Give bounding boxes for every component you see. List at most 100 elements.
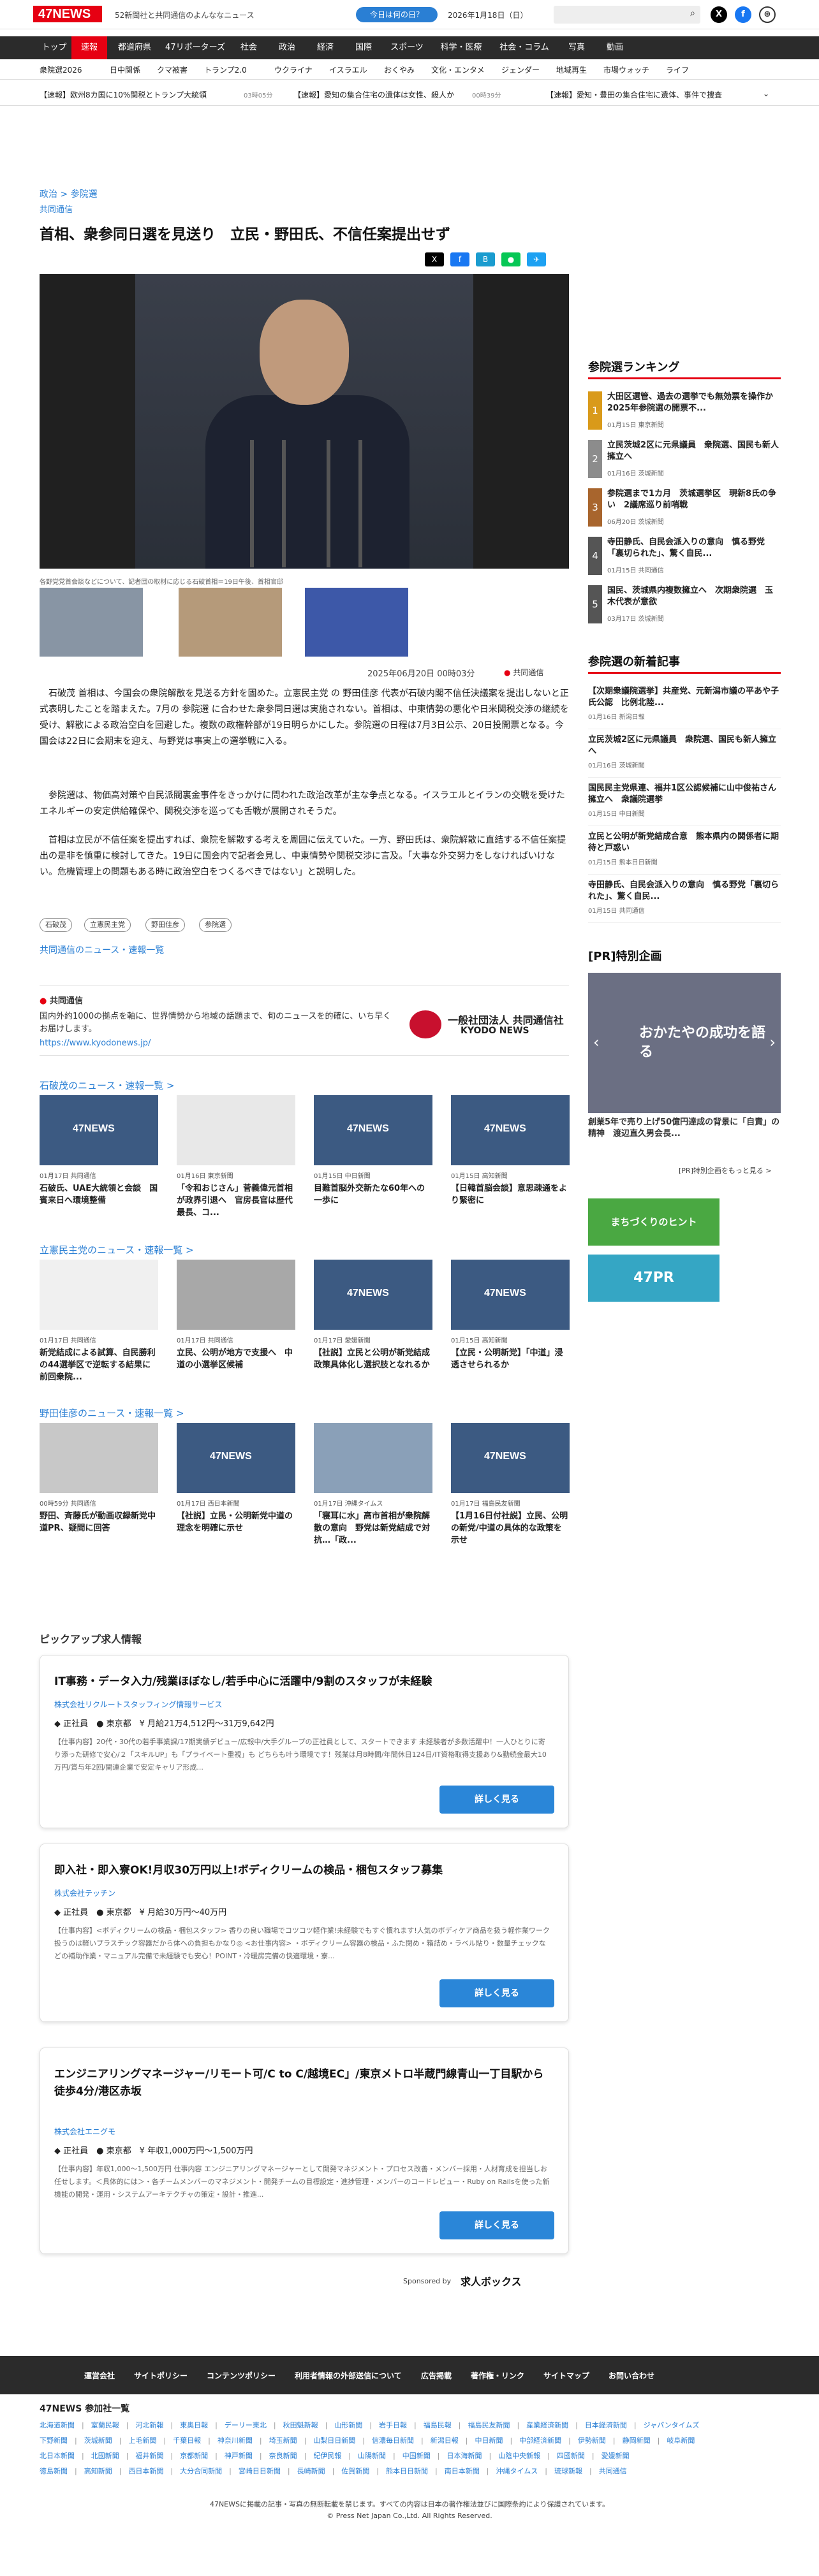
share-bluesky-icon[interactable]: ✈ [527, 252, 546, 266]
publisher-url[interactable]: https://www.kyodonews.jp/ [40, 1038, 151, 1048]
ranking-title[interactable]: 参院選まで1カ月 茨城選挙区 現新8氏の争い 2議席巡り前哨戦 [607, 488, 781, 511]
more-news-link[interactable]: 共同通信のニュース・速報一覧 [40, 943, 164, 956]
ranking-item[interactable]: 5 国民、茨城県内複数擁立へ 次期衆院選 玉木代表が意欲 03月17日 茨城新聞 [588, 585, 781, 630]
partner-link[interactable]: 室蘭民報 [91, 2421, 119, 2429]
partner-link[interactable]: 下野新聞 [40, 2436, 68, 2445]
partner-link[interactable]: 上毛新聞 [128, 2436, 156, 2445]
news-card[interactable]: 01月15日 高知新聞【立民・公明新党】「中道」浸透させられるか [451, 1260, 570, 1384]
news-card[interactable]: 01月15日 高知新聞【日韓首脳会談】意思疎通をより緊密に [451, 1095, 570, 1219]
site-logo[interactable]: 47NEWS [33, 6, 102, 22]
nav-item[interactable]: 都道府県 [110, 36, 159, 59]
partner-link[interactable]: 徳島新聞 [40, 2467, 68, 2475]
job-card[interactable]: IT事務・データ入力/残業ほぼなし/若手中心に活躍中/9割のスタッフが未経験 株式… [40, 1655, 569, 1828]
footer-link[interactable]: サイトマップ [543, 2370, 589, 2381]
ranking-title[interactable]: 大田区選管、過去の選挙でも無効票を操作か 2025年参院選の開票不... [607, 391, 781, 414]
nav-item[interactable]: 写真 [559, 36, 594, 59]
partner-link[interactable]: 紀伊民報 [313, 2452, 341, 2460]
footer-link[interactable]: サイトポリシー [134, 2370, 188, 2381]
footer-link[interactable]: 利用者情報の外部送信について [295, 2370, 402, 2381]
partner-link[interactable]: 新潟日報 [431, 2436, 459, 2445]
job-title[interactable]: 即入社・即入寮OK!月収30万円以上!ボディクリームの検品・梱包スタッフ募集 [54, 1862, 552, 1879]
partner-link[interactable]: デーリー東北 [225, 2421, 267, 2429]
breadcrumb[interactable]: 政治 > 参院選 [40, 187, 98, 200]
subnav-item[interactable]: ジェンダー [501, 64, 540, 75]
job-title[interactable]: IT事務・データ入力/残業ほぼなし/若手中心に活躍中/9割のスタッフが未経験 [54, 1673, 552, 1691]
news-card[interactable]: 01月17日 福島民友新聞【1月16日付社説】立民、公明の新党/中道の具体的な政… [451, 1423, 570, 1547]
news-title[interactable]: 野田、斉藤氏が動画収録新党中道PR、疑問に回答 [40, 1510, 158, 1547]
partner-link[interactable]: 西日本新聞 [128, 2467, 163, 2475]
news-card[interactable]: 01月17日 愛媛新聞【社説】立民と公明が新党結成政策具体化し選択肢となれるか [314, 1260, 432, 1384]
news-card[interactable]: 01月17日 共同通信石破氏、UAE大統領と会談 国賓来日へ環境整備 [40, 1095, 158, 1219]
partner-link[interactable]: ジャパンタイムズ [644, 2421, 700, 2429]
news-card[interactable]: 01月17日 共同通信 新党結成による試算、自民勝利の44選挙区で逆転する結果に … [40, 1260, 158, 1384]
share-facebook-icon[interactable]: f [450, 252, 469, 266]
facebook-icon[interactable]: f [735, 6, 751, 23]
partner-link[interactable]: 北日本新聞 [40, 2452, 75, 2460]
news-title[interactable]: 石破氏、UAE大統領と会談 国賓来日へ環境整備 [40, 1182, 158, 1219]
partner-link[interactable]: 日本経済新聞 [585, 2421, 627, 2429]
subnav-item[interactable]: イスラエル [329, 64, 367, 75]
news-thumbnail[interactable] [40, 1260, 158, 1330]
partner-link[interactable]: 佐賀新聞 [341, 2467, 369, 2475]
article-source[interactable]: 共同通信 [40, 203, 73, 215]
nav-item[interactable]: 経済 [307, 36, 343, 59]
newest-title[interactable]: 国民民主党県連、福井1区公認候補に山中俊祐さん擁立へ 衆議院選挙 [588, 783, 781, 806]
news-title[interactable]: 【1月16日付社説】立民、公明の新党/中道の具体的な政策を示せ [451, 1510, 570, 1547]
nav-item[interactable]: 科学・医療 [432, 36, 490, 59]
partner-link[interactable]: 山梨日日新聞 [313, 2436, 355, 2445]
news-title[interactable]: 【社説】立民と公明が新党結成政策具体化し選択肢となれるか [314, 1347, 432, 1384]
subnav-item[interactable]: 市場ウォッチ [603, 64, 649, 75]
tag-link[interactable]: 石破茂 [40, 918, 72, 932]
newest-title[interactable]: 立民と公明が新党結成合意 熊本県内の関係者に期待と戸惑い [588, 831, 781, 854]
newest-item[interactable]: 立民と公明が新党結成合意 熊本県内の関係者に期待と戸惑い 01月15日 熊本日日新… [588, 831, 781, 875]
partner-link[interactable]: 中国新聞 [402, 2452, 431, 2460]
share-line-icon[interactable]: ● [501, 252, 520, 266]
news-card[interactable]: 01月16日 東京新聞 「令和おじさん」菅義偉元首相が政界引退へ 官房長官は歴代最… [177, 1095, 295, 1219]
subnav-item[interactable]: 文化・エンタメ [431, 64, 485, 75]
ranking-item[interactable]: 3 参院選まで1カ月 茨城選挙区 現新8氏の争い 2議席巡り前哨戦 06月20日 茨… [588, 488, 781, 533]
chevron-left-icon[interactable]: ‹ [593, 1033, 600, 1051]
ad-banner[interactable]: 47PR [588, 1255, 719, 1302]
news-card[interactable]: 01月15日 中日新聞目難首脳外交新たな60年への一歩に [314, 1095, 432, 1219]
subnav-item[interactable]: おくやみ [384, 64, 415, 75]
partner-link[interactable]: 中部経済新聞 [519, 2436, 561, 2445]
globe-icon[interactable]: ⊕ [759, 6, 776, 23]
subnav-item[interactable]: ライフ [666, 64, 689, 75]
subnav-item[interactable]: 地域再生 [556, 64, 587, 75]
news-title[interactable]: 新党結成による試算、自民勝利の44選挙区で逆転する結果に 前回衆院... [40, 1347, 158, 1384]
partner-link[interactable]: 長崎新聞 [297, 2467, 325, 2475]
footer-link[interactable]: お問い合わせ [609, 2370, 654, 2381]
job-card[interactable]: 即入社・即入寮OK!月収30万円以上!ボディクリームの検品・梱包スタッフ募集株式… [40, 1844, 569, 2022]
partner-link[interactable]: 南日本新聞 [445, 2467, 480, 2475]
nav-item[interactable]: 動画 [597, 36, 633, 59]
today-button[interactable]: 今日は何の日？ [356, 7, 438, 22]
partner-link[interactable]: 千葉日報 [173, 2436, 201, 2445]
ranking-title[interactable]: 寺田静氏、自民会派入りの意向 慎る野党「裏切られた」、驚く自民... [607, 537, 781, 560]
news-thumbnail[interactable] [177, 1095, 295, 1165]
tag-link[interactable]: 参院選 [199, 918, 232, 932]
search-input[interactable]: ⌕ [554, 6, 700, 24]
related-heading[interactable]: 野田佳彦のニュース・速報一覧 > [40, 1406, 184, 1420]
news-card[interactable]: 01月17日 西日本新聞【社説】立民・公明新党中道の理念を明確に示せ [177, 1423, 295, 1547]
job-company[interactable]: 株式会社テッチン [54, 1888, 115, 1898]
partner-link[interactable]: 愛媛新聞 [601, 2452, 630, 2460]
newest-title[interactable]: 寺田静氏、自民会派入りの意向 慎る野党「裏切られた」、驚く自民... [588, 880, 781, 903]
footer-link[interactable]: 運営会社 [84, 2370, 115, 2381]
partner-link[interactable]: 沖縄タイムス [496, 2467, 538, 2475]
related-heading[interactable]: 立憲民主党のニュース・速報一覧 > [40, 1243, 194, 1256]
nav-item[interactable]: 政治 [269, 36, 305, 59]
tag-link[interactable]: 野田佳彦 [145, 918, 185, 932]
nav-item[interactable]: トップ [40, 36, 69, 59]
x-icon[interactable]: X [711, 6, 727, 23]
job-detail-button[interactable]: 詳しく見る [439, 1979, 554, 2007]
news-title[interactable]: 「令和おじさん」菅義偉元首相が政界引退へ 官房長官は歴代最長、コ... [177, 1182, 295, 1219]
ranking-item[interactable]: 2 立民茨城2区に元県議員 衆院選、国民も新人擁立へ 01月16日 茨城新聞 [588, 440, 781, 484]
news-title[interactable]: 【日韓首脳会談】意思疎通をより緊密に [451, 1182, 570, 1219]
partner-link[interactable]: 信濃毎日新聞 [372, 2436, 414, 2445]
pr-caption[interactable]: 創業5年で売り上げ50億円達成の背景に「自責」の精神 渡辺直久男会長... [588, 1117, 781, 1140]
job-title[interactable]: エンジニアリングマネージャー/リモート可/C to C/越境EC」/東京メトロ半… [54, 2066, 552, 2100]
partner-link[interactable]: 秋田魁新報 [283, 2421, 318, 2429]
newest-item[interactable]: 【次期衆議院選挙】共産党、元新潟市議の平あや子氏公認 比例北陸... 01月16日… [588, 686, 781, 729]
job-card[interactable]: エンジニアリングマネージャー/リモート可/C to C/越境EC」/東京メトロ半… [40, 2048, 569, 2254]
tag-link[interactable]: 立憲民主党 [84, 918, 131, 932]
